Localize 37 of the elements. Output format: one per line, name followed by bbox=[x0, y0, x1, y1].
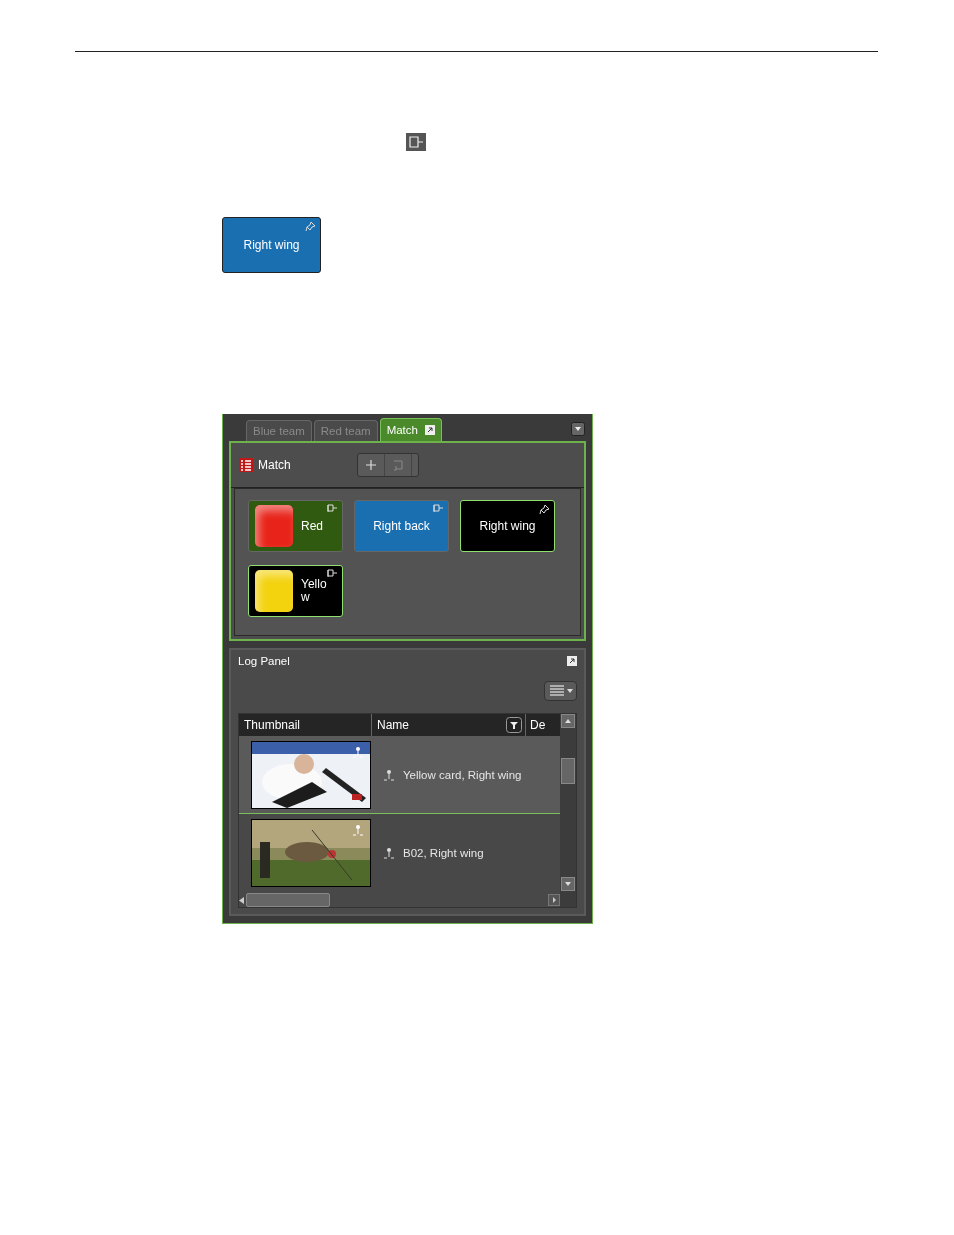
maximize-icon[interactable] bbox=[567, 656, 577, 666]
view-menu-button[interactable] bbox=[544, 681, 577, 701]
table-row[interactable]: B02, Right wing bbox=[239, 814, 560, 891]
scrollbar-thumb[interactable] bbox=[561, 758, 575, 784]
flag-icon[interactable] bbox=[327, 569, 338, 578]
tab[interactable]: Match bbox=[379, 418, 442, 441]
panel-title: Log Panel bbox=[238, 655, 290, 667]
maximize-icon[interactable] bbox=[424, 425, 435, 435]
table-row[interactable]: Yellow card, Right wing bbox=[239, 736, 560, 814]
marker-icon bbox=[352, 823, 364, 836]
scroll-up-icon[interactable] bbox=[561, 714, 575, 728]
marker-icon bbox=[352, 745, 364, 758]
table-cell: B02, Right wing bbox=[403, 846, 484, 859]
scroll-down-icon[interactable] bbox=[561, 877, 575, 891]
flag-icon[interactable] bbox=[327, 504, 338, 513]
marker-icon bbox=[383, 846, 395, 859]
list-icon bbox=[239, 458, 253, 472]
clip-button[interactable]: Right wing bbox=[460, 500, 555, 552]
scroll-right-icon[interactable] bbox=[548, 894, 560, 906]
scroll-left-icon[interactable] bbox=[239, 896, 244, 904]
clip-button[interactable]: Right back bbox=[354, 500, 449, 552]
marker-icon bbox=[383, 768, 395, 781]
table-cell: Yellow card, Right wing bbox=[403, 768, 522, 781]
clip-button[interactable]: Yello w bbox=[248, 565, 343, 617]
clip-button[interactable]: Red bbox=[248, 500, 343, 552]
filter-icon[interactable] bbox=[506, 717, 522, 733]
scrollbar-thumb[interactable] bbox=[246, 893, 330, 907]
vertical-scrollbar[interactable] bbox=[560, 714, 576, 907]
pin-icon[interactable] bbox=[539, 504, 550, 515]
list-icon bbox=[550, 685, 564, 697]
flag-icon bbox=[406, 133, 426, 151]
clip-button[interactable]: Right wing bbox=[222, 217, 321, 273]
horizontal-scrollbar[interactable] bbox=[239, 893, 560, 907]
column-header[interactable]: De bbox=[525, 714, 560, 736]
caret-icon bbox=[567, 689, 573, 693]
bin-title: Match bbox=[258, 458, 292, 472]
dropdown-icon[interactable] bbox=[571, 422, 585, 436]
